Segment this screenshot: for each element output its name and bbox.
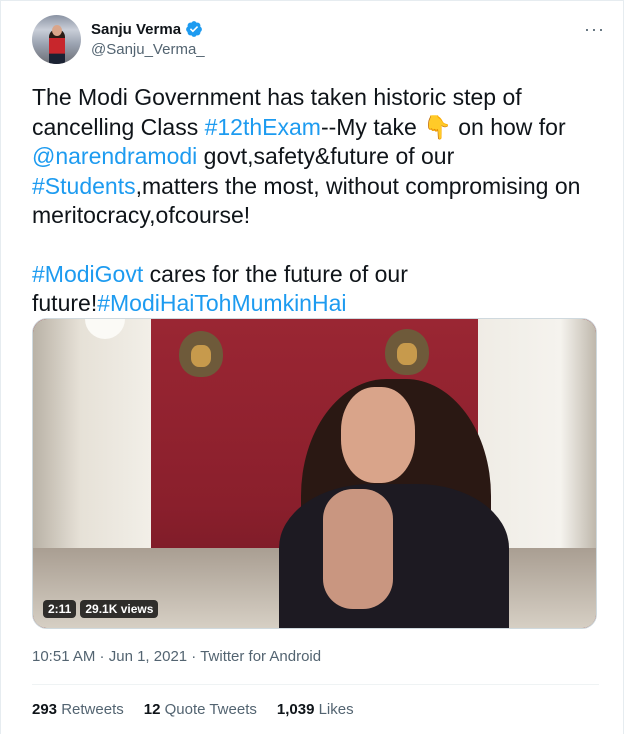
tweet-header: Sanju Verma @Sanju_Verma_ ··· xyxy=(32,15,607,65)
likes-count: 1,039 xyxy=(276,701,315,718)
hashtag-12thexam[interactable]: #12thExam xyxy=(205,114,321,140)
likes-label: Likes xyxy=(318,701,354,718)
video-person-body xyxy=(279,484,509,628)
tweet-paragraph-1: The Modi Government has taken historic s… xyxy=(32,83,602,231)
quote-tweets-label: Quote Tweets xyxy=(164,701,257,718)
mention-narendramodi[interactable]: @narendramodi xyxy=(32,143,197,169)
likes-stat[interactable]: 1,039 Likes xyxy=(277,701,354,718)
avatar[interactable] xyxy=(32,15,81,64)
author-names: Sanju Verma @Sanju_Verma_ xyxy=(91,20,205,59)
quote-tweets-count: 12 xyxy=(143,701,161,718)
pointing-down-emoji: 👇 xyxy=(423,113,452,140)
video-person-arm xyxy=(323,489,393,609)
tweet-text-segment: --My take xyxy=(320,113,424,140)
meta-separator: · xyxy=(187,648,201,665)
wall-decor-left xyxy=(179,331,223,377)
tweet-text-segment: govt,safety&future of our xyxy=(197,143,455,169)
wall-decor-right xyxy=(385,329,429,375)
tweet-text-segment: on how for xyxy=(451,113,566,140)
video-person-face xyxy=(341,387,415,483)
more-options-icon[interactable]: ··· xyxy=(584,19,605,40)
hashtag-modihaitohmumkinhai[interactable]: #ModiHaiTohMumkinHai xyxy=(97,290,346,316)
video-duration: 2:11 xyxy=(43,600,77,618)
display-name-row: Sanju Verma xyxy=(91,20,205,38)
tweet-meta: 10:51 AM · Jun 1, 2021 · Twitter for And… xyxy=(32,648,321,665)
video-views: 29.1K views xyxy=(80,600,159,618)
retweets-count: 293 xyxy=(32,701,58,718)
video-overlay: 2:11 29.1K views xyxy=(43,600,159,618)
tweet-date[interactable]: Jun 1, 2021 xyxy=(109,648,187,665)
verified-badge-icon xyxy=(186,21,202,37)
tweet-text: The Modi Government has taken historic s… xyxy=(32,83,602,319)
hashtag-modigovt[interactable]: #ModiGovt xyxy=(32,261,143,287)
divider xyxy=(32,684,599,685)
quote-tweets-stat[interactable]: 12 Quote Tweets xyxy=(144,701,257,718)
tweet-card: Sanju Verma @Sanju_Verma_ ··· The Modi G… xyxy=(0,0,624,734)
display-name[interactable]: Sanju Verma xyxy=(91,21,181,38)
video-player[interactable]: 2:11 29.1K views xyxy=(32,318,597,629)
handle[interactable]: @Sanju_Verma_ xyxy=(91,41,205,58)
tweet-paragraph-2: #ModiGovt cares for the future of our fu… xyxy=(32,260,602,319)
retweets-stat[interactable]: 293 Retweets xyxy=(32,701,124,718)
tweet-source[interactable]: Twitter for Android xyxy=(200,648,321,665)
engagement-stats: 293 Retweets 12 Quote Tweets 1,039 Likes xyxy=(32,701,354,718)
meta-separator: · xyxy=(95,648,109,665)
hashtag-students[interactable]: #Students xyxy=(32,173,136,199)
avatar-face xyxy=(52,25,62,36)
retweets-label: Retweets xyxy=(61,701,124,718)
tweet-time[interactable]: 10:51 AM xyxy=(32,648,95,665)
